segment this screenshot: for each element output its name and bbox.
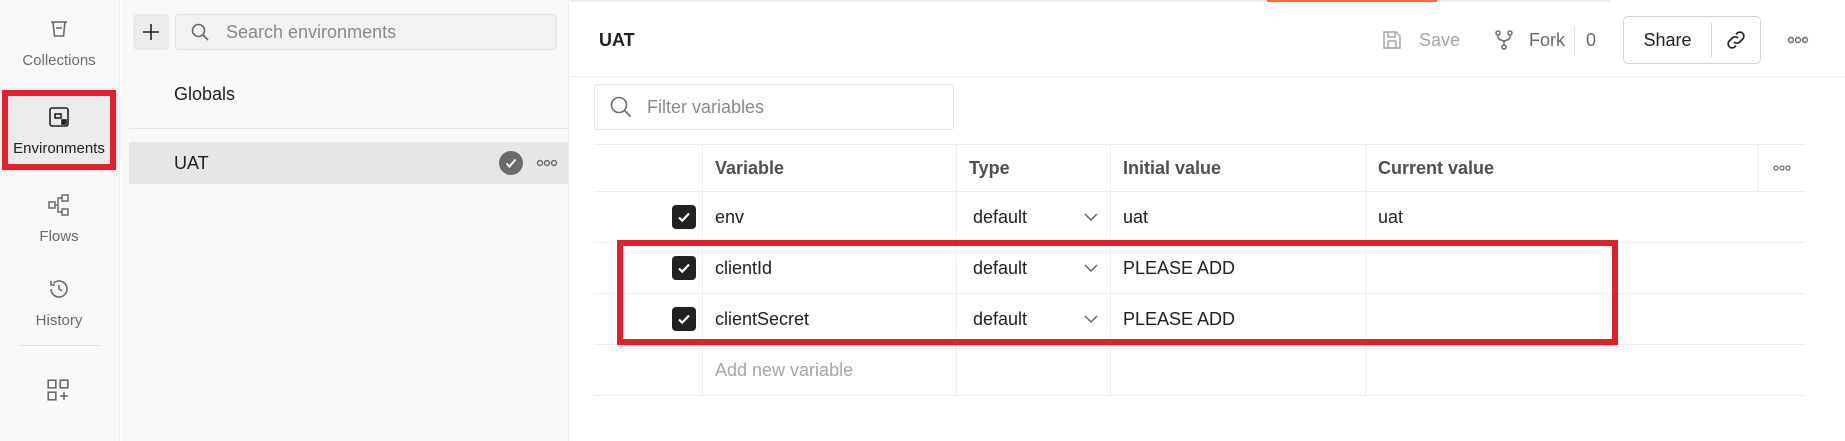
editor-header: UAT Save Fork 0 Share [570, 0, 1845, 77]
variable-name-field[interactable]: clientSecret [702, 294, 956, 344]
enable-checkbox[interactable] [672, 256, 696, 280]
header-checkbox-cell [594, 145, 702, 191]
column-options-icon[interactable] [1757, 145, 1805, 191]
current-value-field[interactable]: uat [1365, 192, 1757, 242]
empty-cell [1365, 345, 1757, 395]
globals-item[interactable]: Globals [174, 84, 235, 105]
empty-cell [1110, 345, 1365, 395]
environment-name: UAT [174, 153, 209, 173]
initial-value-field[interactable]: uat [1110, 192, 1365, 242]
type-value: default [973, 206, 1028, 227]
sidebar-item-collections[interactable]: Collections [0, 0, 118, 84]
environment-item-uat[interactable]: UAT [129, 142, 568, 184]
variable-name-field[interactable]: env [702, 192, 956, 242]
fork-button[interactable]: Fork [1493, 28, 1565, 52]
divider [129, 128, 568, 129]
more-options-icon[interactable] [1784, 28, 1812, 52]
flows-icon [46, 192, 72, 218]
type-select[interactable]: default [956, 192, 1110, 242]
type-select[interactable]: default [956, 294, 1110, 344]
fork-icon [1495, 30, 1513, 50]
environments-icon [46, 104, 72, 130]
table-header: Variable Type Initial value Current valu… [594, 144, 1805, 192]
search-icon [610, 96, 632, 118]
initial-value-field[interactable]: PLEASE ADD [1110, 294, 1365, 344]
column-header-type: Type [956, 145, 1110, 191]
filter-variables-input[interactable]: Filter variables [594, 84, 954, 130]
environment-editor: UAT Save Fork 0 Share Filter variables V… [570, 0, 1845, 441]
copy-link-button[interactable] [1712, 17, 1760, 63]
add-environment-button[interactable] [133, 14, 169, 50]
sidebar-item-label: Environments [13, 139, 105, 157]
page-title: UAT [599, 30, 635, 50]
enable-checkbox-cell [594, 243, 702, 293]
add-variable-row: Add new variable [594, 345, 1805, 396]
add-workspace-icon[interactable] [44, 376, 72, 404]
type-select[interactable]: default [956, 243, 1110, 293]
plus-icon [143, 24, 159, 40]
rail-divider [18, 345, 100, 346]
save-label: Save [1419, 29, 1461, 50]
variables-table: Variable Type Initial value Current valu… [594, 144, 1805, 396]
column-header-variable: Variable [702, 145, 956, 191]
search-environments-input[interactable]: Search environments [175, 14, 557, 50]
table-row: env default uat uat [594, 192, 1805, 243]
chevron-down-icon [1084, 213, 1098, 221]
chevron-down-icon [1084, 264, 1098, 272]
left-rail: Collections Environments Flows History [0, 0, 120, 441]
filter-placeholder: Filter variables [647, 96, 765, 117]
environments-panel: Search environments Globals UAT [121, 0, 569, 441]
column-header-current-value: Current value [1365, 145, 1757, 191]
enable-checkbox-cell [594, 294, 702, 344]
current-value-field[interactable] [1365, 243, 1757, 293]
share-group: Share [1623, 16, 1761, 64]
fork-count: 0 [1586, 30, 1597, 50]
collections-icon [46, 16, 72, 42]
sidebar-item-flows[interactable]: Flows [0, 176, 118, 260]
empty-cell [594, 345, 702, 395]
history-icon [46, 276, 72, 302]
search-placeholder: Search environments [226, 21, 397, 42]
current-value-field[interactable] [1365, 294, 1757, 344]
link-icon [1727, 31, 1745, 49]
share-button[interactable]: Share [1624, 17, 1711, 63]
sidebar-item-environments[interactable]: Environments [0, 88, 118, 172]
initial-value-field[interactable]: PLEASE ADD [1110, 243, 1365, 293]
table-row: clientSecret default PLEASE ADD [594, 294, 1805, 345]
sidebar-item-label: Flows [39, 227, 79, 245]
add-new-variable-input[interactable]: Add new variable [702, 345, 956, 395]
chevron-down-icon [1084, 315, 1098, 323]
more-options-icon[interactable] [534, 151, 560, 175]
type-value: default [973, 308, 1028, 329]
sidebar-item-label: History [35, 311, 83, 329]
enable-checkbox[interactable] [672, 205, 696, 229]
enable-checkbox[interactable] [672, 307, 696, 331]
sidebar-item-label: Collections [22, 51, 96, 69]
save-icon [1383, 31, 1401, 49]
empty-cell [956, 345, 1110, 395]
sidebar-item-history[interactable]: History [0, 260, 118, 344]
type-value: default [973, 257, 1028, 278]
divider [1574, 26, 1575, 56]
variable-name-field[interactable]: clientId [702, 243, 956, 293]
table-row: clientId default PLEASE ADD [594, 243, 1805, 294]
column-header-initial-value: Initial value [1110, 145, 1365, 191]
save-button[interactable]: Save [1381, 28, 1460, 52]
enable-checkbox-cell [594, 192, 702, 242]
active-environment-check-icon[interactable] [499, 151, 523, 175]
fork-label: Fork [1529, 29, 1565, 50]
search-icon [191, 23, 209, 41]
